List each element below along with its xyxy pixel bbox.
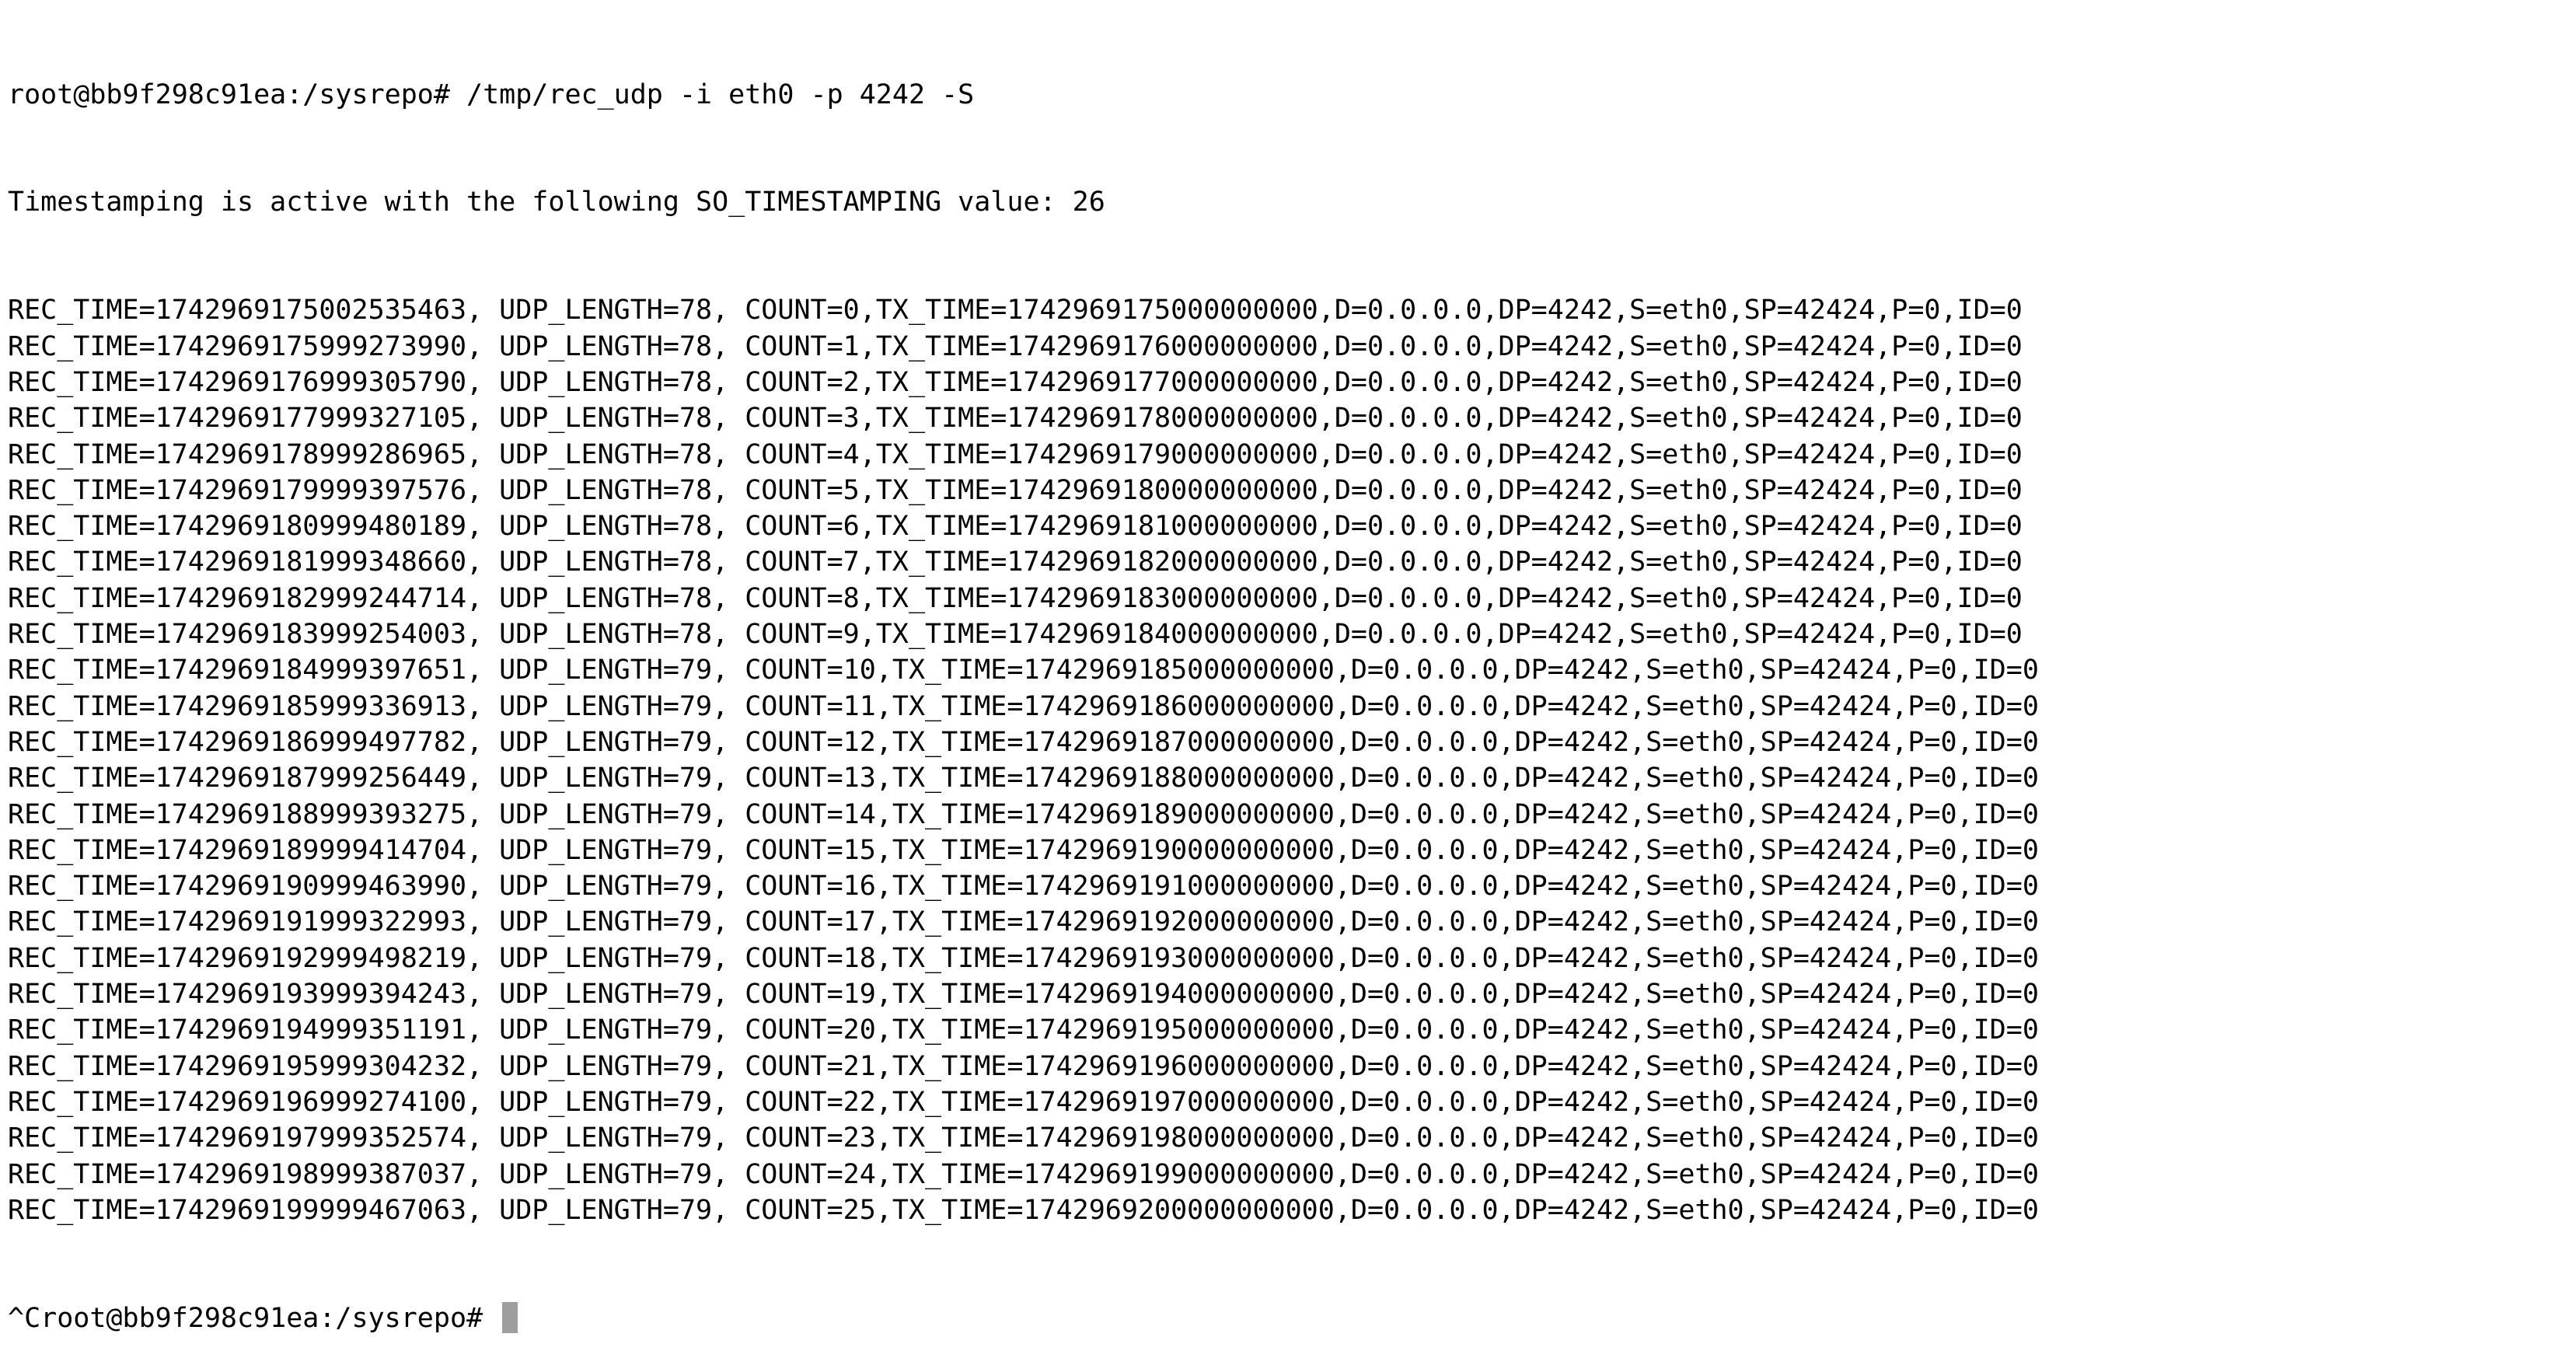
output-line: REC_TIME=1742969175002535463, UDP_LENGTH… <box>8 295 2023 326</box>
output-line: REC_TIME=1742969191999322993, UDP_LENGTH… <box>8 906 2039 938</box>
output-line: REC_TIME=1742969179999397576, UDP_LENGTH… <box>8 474 2023 506</box>
output-line: REC_TIME=1742969175999273990, UDP_LENGTH… <box>8 330 2023 362</box>
timestamping-info-line: Timestamping is active with the followin… <box>8 187 1105 218</box>
output-line: REC_TIME=1742969176999305790, UDP_LENGTH… <box>8 366 2023 398</box>
output-line: REC_TIME=1742969187999256449, UDP_LENGTH… <box>8 763 2039 794</box>
output-line: REC_TIME=1742969185999336913, UDP_LENGTH… <box>8 690 2039 722</box>
output-line: REC_TIME=1742969198999387037, UDP_LENGTH… <box>8 1158 2039 1190</box>
output-line: REC_TIME=1742969188999393275, UDP_LENGTH… <box>8 798 2039 830</box>
output-line: REC_TIME=1742969184999397651, UDP_LENGTH… <box>8 655 2039 686</box>
output-line: REC_TIME=1742969196999274100, UDP_LENGTH… <box>8 1086 2039 1118</box>
output-line: REC_TIME=1742969190999463990, UDP_LENGTH… <box>8 871 2039 902</box>
output-line: REC_TIME=1742969199999467063, UDP_LENGTH… <box>8 1194 2039 1226</box>
shell-prompt: ^Croot@bb9f298c91ea:/sysrepo# <box>8 1302 500 1334</box>
output-line: REC_TIME=1742969189999414704, UDP_LENGTH… <box>8 834 2039 866</box>
command-line: root@bb9f298c91ea:/sysrepo# /tmp/rec_udp… <box>8 79 975 110</box>
output-line: REC_TIME=1742969194999351191, UDP_LENGTH… <box>8 1014 2039 1046</box>
output-line: REC_TIME=1742969178999286965, UDP_LENGTH… <box>8 438 2023 470</box>
output-line: REC_TIME=1742969181999348660, UDP_LENGTH… <box>8 546 2023 578</box>
terminal-window[interactable]: root@bb9f298c91ea:/sysrepo# /tmp/rec_udp… <box>0 0 2576 1334</box>
output-line: REC_TIME=1742969180999480189, UDP_LENGTH… <box>8 511 2023 543</box>
output-line: REC_TIME=1742969192999498219, UDP_LENGTH… <box>8 942 2039 974</box>
text-cursor <box>502 1301 518 1333</box>
output-line: REC_TIME=1742969177999327105, UDP_LENGTH… <box>8 403 2023 435</box>
output-lines: REC_TIME=1742969175002535463, UDP_LENGTH… <box>8 292 2576 1228</box>
output-line: REC_TIME=1742969183999254003, UDP_LENGTH… <box>8 619 2023 651</box>
prompt-line[interactable]: ^Croot@bb9f298c91ea:/sysrepo# <box>8 1300 2576 1336</box>
output-line: REC_TIME=1742969193999394243, UDP_LENGTH… <box>8 979 2039 1011</box>
output-line: REC_TIME=1742969182999244714, UDP_LENGTH… <box>8 582 2023 614</box>
output-line: REC_TIME=1742969197999352574, UDP_LENGTH… <box>8 1122 2039 1154</box>
output-line: REC_TIME=1742969186999497782, UDP_LENGTH… <box>8 726 2039 758</box>
